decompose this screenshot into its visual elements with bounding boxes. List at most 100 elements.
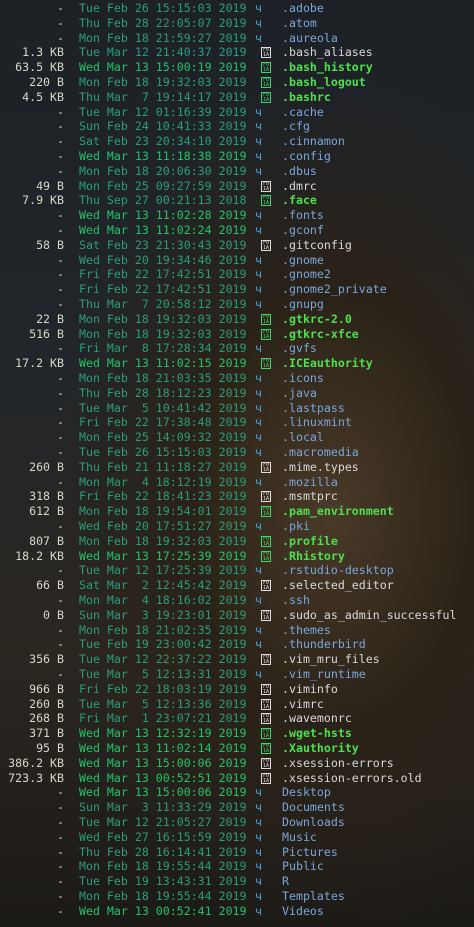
- file-name[interactable]: .mozilla: [282, 475, 338, 490]
- file-name[interactable]: .gconf: [282, 223, 324, 238]
- list-item[interactable]: 260 B Tue Mar 5 12:13:36 2019 F0 1A .vimrc: [0, 697, 474, 712]
- file-name[interactable]: .wget-hsts: [282, 726, 352, 741]
- list-item[interactable]: - Fri Feb 22 17:42:51 2019 ч .gnome2: [0, 267, 474, 282]
- file-name[interactable]: .gtkrc-2.0: [282, 312, 352, 327]
- list-item[interactable]: 220 B Mon Feb 18 19:32:03 2019 F0 1A .bash_l…: [0, 75, 474, 90]
- file-name[interactable]: .mime.types: [282, 460, 359, 475]
- file-name[interactable]: .pki: [282, 519, 310, 534]
- list-item[interactable]: 516 B Mon Feb 18 19:32:03 2019 F0 1A .gtkrc-…: [0, 327, 474, 342]
- list-item[interactable]: 95 B Wed Mar 13 11:02:14 2019 F0 1A .Xauthor…: [0, 741, 474, 756]
- list-item[interactable]: - Thu Mar 7 20:58:12 2019 ч .gnupg: [0, 297, 474, 312]
- list-item[interactable]: - Thu Feb 28 16:14:41 2019 ч Pictures: [0, 845, 474, 860]
- file-name[interactable]: .gnupg: [282, 297, 324, 312]
- file-name[interactable]: .ICEauthority: [282, 356, 373, 371]
- file-name[interactable]: Desktop: [282, 785, 331, 800]
- list-item[interactable]: - Wed Feb 20 19:34:46 2019 ч .gnome: [0, 253, 474, 268]
- list-item[interactable]: - Mon Feb 18 21:59:27 2019 ч .aureola: [0, 31, 474, 46]
- list-item[interactable]: 723.3 KB Wed Mar 13 00:52:51 2019 F0 1A .xse…: [0, 771, 474, 786]
- list-item[interactable]: 612 B Mon Feb 18 19:54:01 2019 F0 1A .pam_en…: [0, 504, 474, 519]
- file-name[interactable]: .linuxmint: [282, 415, 352, 430]
- file-name[interactable]: .ssh: [282, 593, 310, 608]
- file-name[interactable]: .gvfs: [282, 341, 317, 356]
- list-item[interactable]: 356 B Tue Mar 12 22:37:22 2019 F0 1A .vim_mr…: [0, 652, 474, 667]
- file-name[interactable]: .bashrc: [282, 90, 331, 105]
- file-name[interactable]: .gnome2_private: [282, 282, 387, 297]
- file-name[interactable]: .vim_mru_files: [282, 652, 380, 667]
- file-name[interactable]: Music: [282, 830, 317, 845]
- file-name[interactable]: .xsession-errors: [282, 756, 394, 771]
- list-item[interactable]: - Wed Mar 13 15:00:06 2019 ч Desktop: [0, 785, 474, 800]
- list-item[interactable]: 63.5 KB Wed Mar 13 15:00:19 2019 F0 1A .bash…: [0, 60, 474, 75]
- list-item[interactable]: - Wed Mar 13 11:18:38 2019 ч .config: [0, 149, 474, 164]
- list-item[interactable]: - Sun Feb 24 10:41:33 2019 ч .cfg: [0, 119, 474, 134]
- file-name[interactable]: Templates: [282, 889, 345, 904]
- list-item[interactable]: 0 B Sun Mar 3 19:23:01 2019 F0 1A .sudo_as_a…: [0, 608, 474, 623]
- file-name[interactable]: .sudo_as_admin_successful: [282, 608, 457, 623]
- list-item[interactable]: 49 B Mon Feb 25 09:27:59 2019 F0 1A .dmrc: [0, 179, 474, 194]
- file-name[interactable]: Documents: [282, 800, 345, 815]
- file-name[interactable]: .bash_aliases: [282, 45, 373, 60]
- file-name[interactable]: .pam_environment: [282, 504, 394, 519]
- file-name[interactable]: .cinnamon: [282, 134, 345, 149]
- file-name[interactable]: .adobe: [282, 1, 324, 16]
- file-name[interactable]: Public: [282, 859, 324, 874]
- file-name[interactable]: .msmtprc: [282, 489, 338, 504]
- file-name[interactable]: .fonts: [282, 208, 324, 223]
- list-item[interactable]: - Mon Mar 4 18:12:19 2019 ч .mozilla: [0, 475, 474, 490]
- file-name[interactable]: .viminfo: [282, 682, 338, 697]
- file-name[interactable]: .themes: [282, 623, 331, 638]
- list-item[interactable]: - Wed Mar 13 00:52:41 2019 ч Videos: [0, 904, 474, 919]
- list-item[interactable]: - Tue Mar 12 17:25:39 2019 ч .rstudio-deskt…: [0, 563, 474, 578]
- list-item[interactable]: 22 B Mon Feb 18 19:32:03 2019 F0 1A .gtkrc-2…: [0, 312, 474, 327]
- list-item[interactable]: - Mon Feb 18 20:06:30 2019 ч .dbus: [0, 164, 474, 179]
- list-item[interactable]: 268 B Fri Mar 1 23:07:21 2019 F0 1A .wavemon…: [0, 711, 474, 726]
- file-name[interactable]: .atom: [282, 16, 317, 31]
- file-name[interactable]: .local: [282, 430, 324, 445]
- file-name[interactable]: .icons: [282, 371, 324, 386]
- list-item[interactable]: 58 B Sat Feb 23 21:30:43 2019 F0 1A .gitconf…: [0, 238, 474, 253]
- list-item[interactable]: - Wed Feb 20 17:51:27 2019 ч .pki: [0, 519, 474, 534]
- file-name[interactable]: .config: [282, 149, 331, 164]
- list-item[interactable]: - Mon Feb 25 14:09:32 2019 ч .local: [0, 430, 474, 445]
- list-item[interactable]: - Fri Feb 22 17:38:48 2019 ч .linuxmint: [0, 415, 474, 430]
- file-name[interactable]: .gnome: [282, 253, 324, 268]
- list-item[interactable]: - Mon Mar 4 18:16:02 2019 ч .ssh: [0, 593, 474, 608]
- list-item[interactable]: - Wed Mar 13 11:02:24 2019 ч .gconf: [0, 223, 474, 238]
- list-item[interactable]: - Thu Feb 28 22:05:07 2019 ч .atom: [0, 16, 474, 31]
- file-name[interactable]: Videos: [282, 904, 324, 919]
- list-item[interactable]: 4.5 KB Thu Mar 7 19:14:17 2019 F0 1A .bashrc: [0, 90, 474, 105]
- list-item[interactable]: 318 B Fri Feb 22 18:41:23 2019 F0 1A .msmtpr…: [0, 489, 474, 504]
- file-name[interactable]: .gitconfig: [282, 238, 352, 253]
- file-name[interactable]: .dbus: [282, 164, 317, 179]
- file-name[interactable]: .cfg: [282, 119, 310, 134]
- file-name[interactable]: .face: [282, 193, 317, 208]
- list-item[interactable]: - Mon Feb 18 21:02:35 2019 ч .themes: [0, 623, 474, 638]
- list-item[interactable]: 386.2 KB Wed Mar 13 15:00:06 2019 F0 1A .xse…: [0, 756, 474, 771]
- list-item[interactable]: - Tue Feb 26 15:15:03 2019 ч .macromedia: [0, 445, 474, 460]
- list-item[interactable]: - Mon Feb 18 19:55:44 2019 ч Templates: [0, 889, 474, 904]
- file-name[interactable]: .Xauthority: [282, 741, 359, 756]
- file-name[interactable]: .vimrc: [282, 697, 324, 712]
- list-item[interactable]: - Tue Mar 12 21:05:27 2019 ч Downloads: [0, 815, 474, 830]
- list-item[interactable]: 17.2 KB Wed Mar 13 11:02:15 2019 F0 1A .ICEa…: [0, 356, 474, 371]
- file-name[interactable]: .bash_logout: [282, 75, 366, 90]
- file-name[interactable]: .Rhistory: [282, 549, 345, 564]
- list-item[interactable]: - Tue Mar 5 10:41:42 2019 ч .lastpass: [0, 401, 474, 416]
- list-item[interactable]: - Sat Feb 23 20:34:10 2019 ч .cinnamon: [0, 134, 474, 149]
- file-name[interactable]: .vim_runtime: [282, 667, 366, 682]
- list-item[interactable]: - Wed Mar 13 11:02:28 2019 ч .fonts: [0, 208, 474, 223]
- list-item[interactable]: 66 B Sat Mar 2 12:45:42 2019 F0 1A .selected…: [0, 578, 474, 593]
- list-item[interactable]: 1.3 KB Tue Mar 12 21:40:37 2019 F0 1A .bash_…: [0, 45, 474, 60]
- file-name[interactable]: .gtkrc-xfce: [282, 327, 359, 342]
- list-item[interactable]: 18.2 KB Wed Mar 13 17:25:39 2019 F0 1A .Rhis…: [0, 549, 474, 564]
- file-name[interactable]: .lastpass: [282, 401, 345, 416]
- file-name[interactable]: .bash_history: [282, 60, 373, 75]
- file-name[interactable]: .gnome2: [282, 267, 331, 282]
- file-name[interactable]: .wavemonrc: [282, 711, 352, 726]
- list-item[interactable]: - Wed Feb 27 16:15:59 2019 ч Music: [0, 830, 474, 845]
- list-item[interactable]: - Fri Mar 8 17:28:34 2019 ч .gvfs: [0, 341, 474, 356]
- file-name[interactable]: .java: [282, 386, 317, 401]
- file-name[interactable]: .selected_editor: [282, 578, 394, 593]
- file-name[interactable]: Downloads: [282, 815, 345, 830]
- file-name[interactable]: R: [282, 874, 289, 889]
